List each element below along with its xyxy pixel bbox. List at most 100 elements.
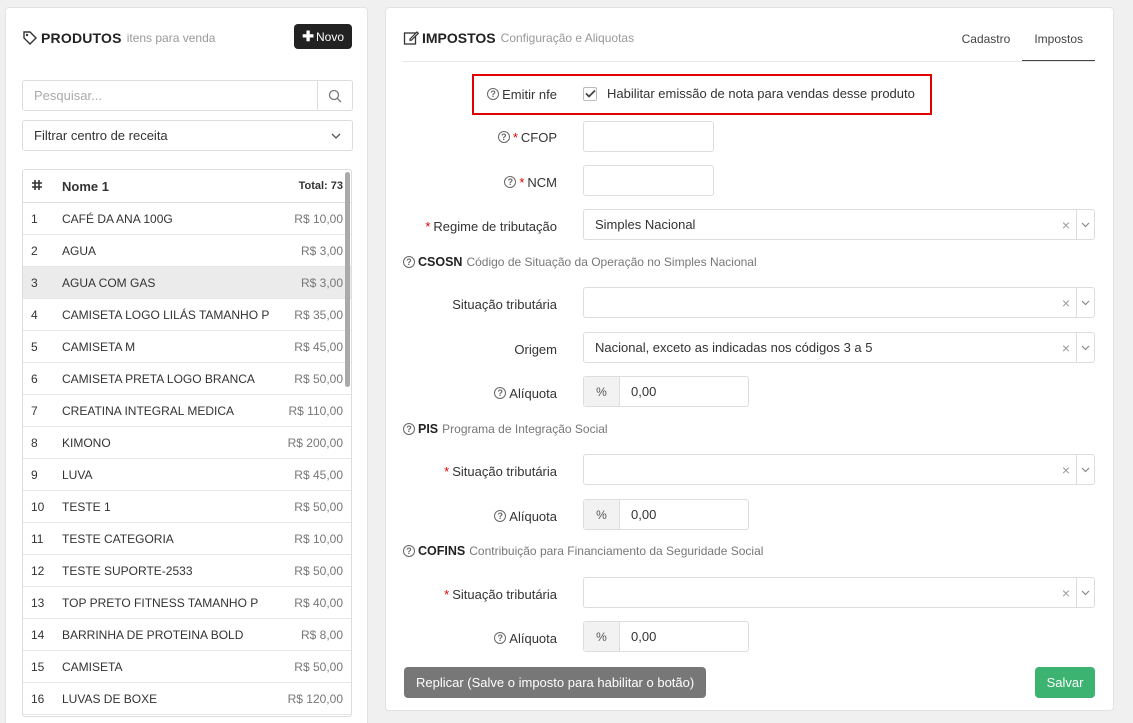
regime-value: Simples Nacional [595,217,696,232]
row-number: 5 [31,339,38,354]
origem-select[interactable]: Nacional, exceto as indicadas nos código… [583,332,1095,363]
product-price: R$ 45,00 [294,467,343,482]
cofins-situacao-label: * Situação tributária [444,586,557,602]
help-icon[interactable]: ? [403,423,415,435]
emitir-nfe-text: Emitir nfe [502,86,557,102]
csosn-aliquota-input[interactable]: % 0,00 [583,376,749,407]
pis-aliquota-value: 0,00 [631,507,657,522]
clear-icon[interactable]: × [1056,295,1076,311]
help-icon[interactable]: ? [494,510,507,522]
product-name: TESTE CATEGORIA [62,531,174,546]
help-icon[interactable]: ? [494,632,507,644]
table-row[interactable]: 13 TOP PRETO FITNESS TAMANHO P R$ 40,00 [23,587,351,619]
emitir-nfe-checkbox[interactable] [583,86,597,101]
table-row[interactable]: 15 CAMISETA R$ 50,00 [23,651,351,683]
help-icon[interactable]: ? [494,387,507,399]
table-header: Nome 1 Total: 73 [23,170,351,203]
table-row[interactable]: 6 CAMISETA PRETA LOGO BRANCA R$ 50,00 [23,363,351,395]
cofins-code: COFINS [418,544,466,558]
tabs: Cadastro Impostos [950,24,1095,62]
clear-icon[interactable]: × [1056,217,1076,233]
pis-aliquota-text: Alíquota [509,508,557,524]
row-number: 16 [31,691,45,706]
product-price: R$ 10,00 [294,531,343,546]
table-row[interactable]: 10 TESTE 1 R$ 50,00 [23,491,351,523]
cofins-situacao-select[interactable]: × [583,577,1095,608]
name-column-header[interactable]: Nome 1 [62,179,256,194]
table-row[interactable]: 5 CAMISETA M R$ 45,00 [23,331,351,363]
ncm-input[interactable] [583,165,714,196]
cfop-text: CFOP [520,129,557,145]
clear-icon[interactable]: × [1056,462,1076,478]
cfop-input[interactable] [583,121,714,152]
product-price: R$ 50,00 [294,563,343,578]
cfop-label: ? * CFOP [386,128,557,146]
help-icon[interactable]: ? [497,131,510,143]
row-number: 12 [31,563,45,578]
product-price: R$ 35,00 [294,307,343,322]
sort-icon[interactable] [31,179,62,194]
check-icon [584,89,596,98]
chevron-down-icon[interactable] [1076,578,1094,607]
chevron-down-icon[interactable] [1076,455,1094,484]
regime-text: Regime de tributação [433,218,557,234]
pis-situacao-select[interactable]: × [583,454,1095,485]
csosn-situacao-select[interactable]: × [583,287,1095,318]
product-price: R$ 110,00 [288,403,344,418]
row-number: 9 [31,467,38,482]
search-button[interactable] [317,81,352,110]
replicate-button[interactable]: Replicar (Salve o imposto para habilitar… [404,667,707,698]
pis-aliquota-input[interactable]: % 0,00 [583,499,749,530]
table-row[interactable]: 4 CAMISETA LOGO LILÁS TAMANHO P R$ 35,00 [23,299,351,331]
clear-icon[interactable]: × [1056,585,1076,601]
row-number: 8 [31,435,38,450]
table-row[interactable]: 12 TESTE SUPORTE-2533 R$ 50,00 [23,555,351,587]
chevron-down-icon[interactable] [1076,288,1094,317]
products-table: Nome 1 Total: 73 1 CAFÉ DA ANA 100G R$ 10,… [22,169,352,717]
table-row[interactable]: 2 AGUA R$ 3,00 [23,235,351,267]
row-number: 3 [31,275,38,290]
help-icon[interactable]: ? [403,256,415,268]
product-name: CAMISETA PRETA LOGO BRANCA [62,371,255,386]
new-product-button[interactable]: ✚ Novo [294,24,352,49]
product-name: CAMISETA M [62,339,136,354]
help-icon[interactable]: ? [403,545,415,557]
ncm-label: ? * NCM [386,173,557,191]
regime-select[interactable]: Simples Nacional × [583,209,1095,240]
filter-label: Filtrar centro de receita [34,128,168,143]
emitir-nfe-checkbox-label: Habilitar emissão de nota para vendas de… [607,86,915,101]
pis-situacao-label: * Situação tributária [444,463,557,479]
table-row[interactable]: 9 LUVA R$ 45,00 [23,459,351,491]
help-icon[interactable]: ? [487,88,500,100]
clear-icon[interactable]: × [1056,340,1076,356]
origem-text: Origem [514,341,557,357]
table-row[interactable]: 16 LUVAS DE BOXE R$ 120,00 [23,683,351,715]
csosn-desc: Código de Situação da Operação no Simple… [466,255,757,269]
product-price: R$ 10,00 [294,211,343,226]
cofins-aliquota-input[interactable]: % 0,00 [583,621,749,652]
table-row[interactable]: 14 BARRINHA DE PROTEINA BOLD R$ 8,00 [23,619,351,651]
table-row[interactable]: 11 TESTE CATEGORIA R$ 10,00 [23,523,351,555]
chevron-down-icon[interactable] [1076,333,1094,362]
chevron-down-icon[interactable] [1076,210,1094,239]
table-row[interactable]: 3 AGUA COM GAS R$ 3,00 [23,267,351,299]
emitir-nfe-checkbox-wrap[interactable]: Habilitar emissão de nota para vendas de… [583,86,915,101]
row-number: 4 [31,307,38,322]
tab-cadastro[interactable]: Cadastro [950,24,1023,62]
search-input[interactable] [23,81,317,110]
origem-value: Nacional, exceto as indicadas nos código… [595,340,873,355]
taxes-title: IMPOSTOS [422,30,496,46]
help-icon[interactable]: ? [504,176,517,188]
pis-desc: Programa de Integração Social [442,422,608,436]
table-row[interactable]: 7 CREATINA INTEGRAL MEDICA R$ 110,00 [23,395,351,427]
table-row[interactable]: 1 CAFÉ DA ANA 100G R$ 10,00 [23,203,351,235]
product-price: R$ 45,00 [294,339,343,354]
taxes-panel: IMPOSTOS Configuração e Aliquotas Cadast… [385,7,1114,711]
tab-impostos[interactable]: Impostos [1022,24,1095,62]
product-price: R$ 50,00 [294,371,343,386]
tag-icon [23,31,37,45]
table-row[interactable]: 8 KIMONO R$ 200,00 [23,427,351,459]
revenue-center-filter[interactable]: Filtrar centro de receita [22,120,353,151]
scrollbar[interactable] [345,172,350,387]
save-button[interactable]: Salvar [1035,667,1095,698]
